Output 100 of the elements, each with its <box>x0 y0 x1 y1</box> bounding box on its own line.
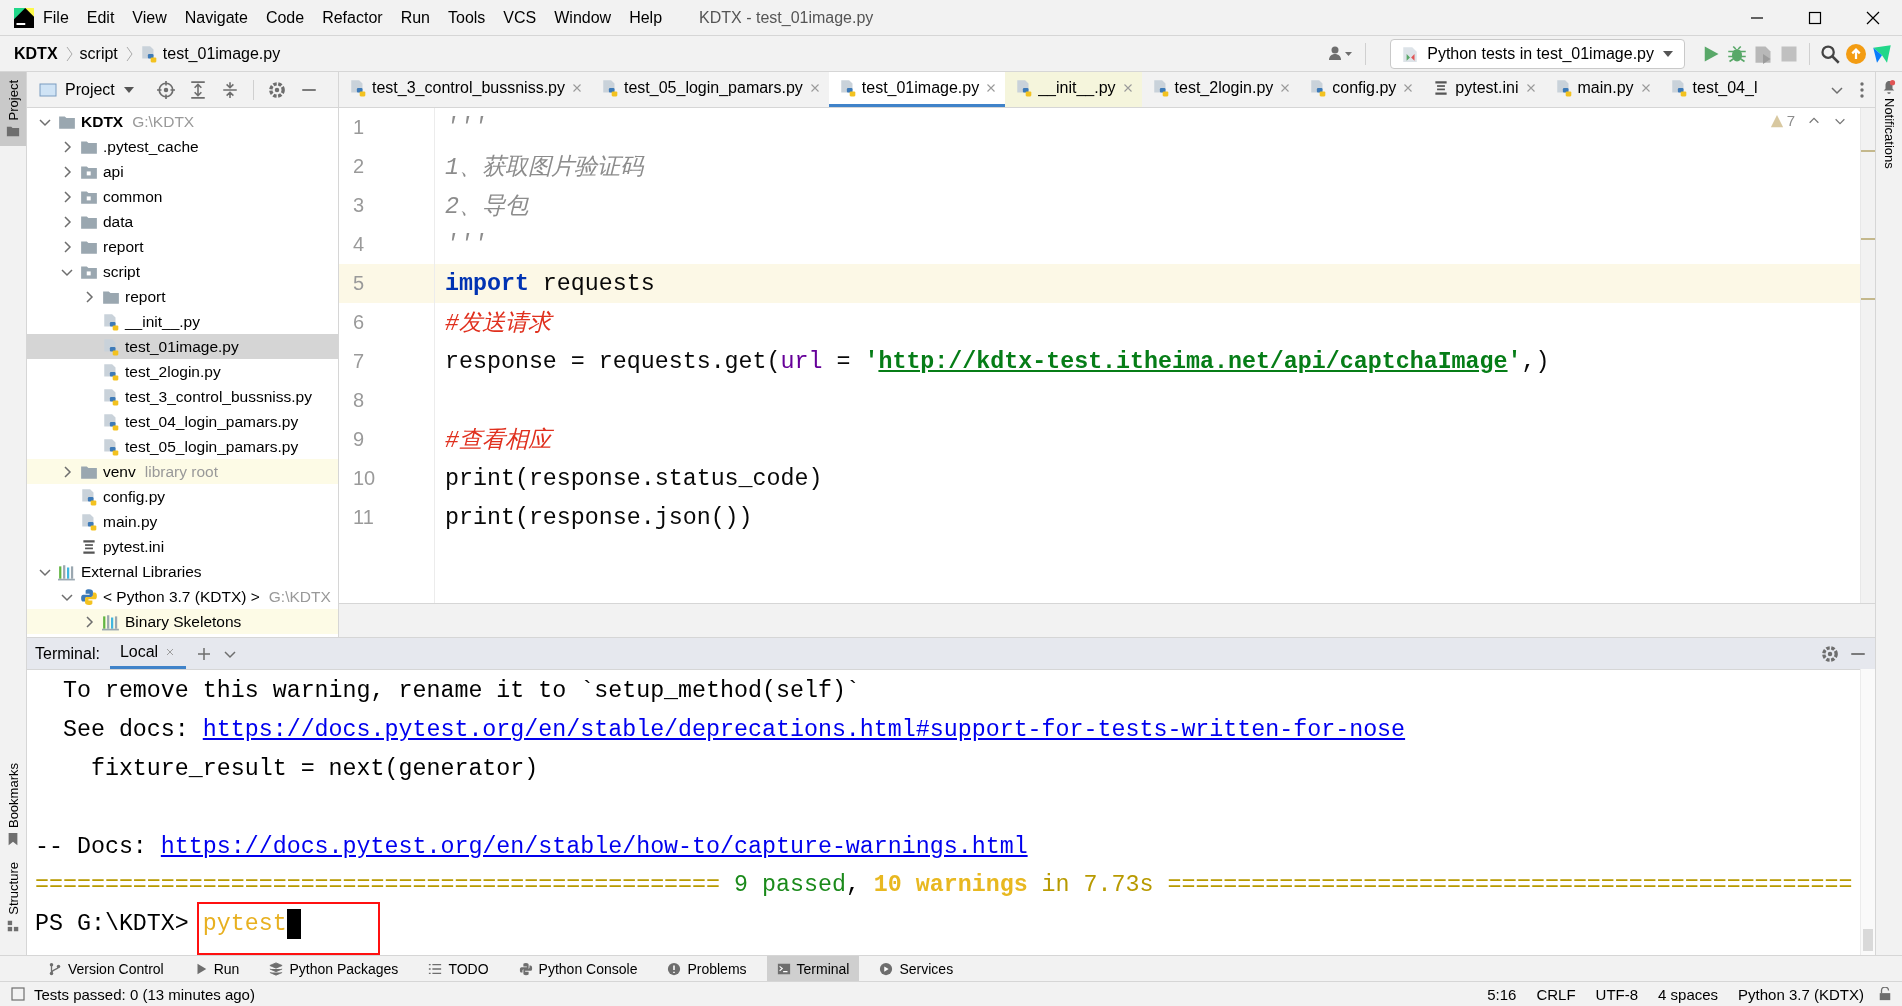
tree-item[interactable]: test_04_login_pamars.py <box>27 409 338 434</box>
python-file-icon <box>1151 79 1170 97</box>
scrollbar[interactable] <box>1860 669 1875 955</box>
tree-item[interactable]: test_01image.py <box>27 334 338 359</box>
tree-item[interactable]: test_3_control_bussniss.py <box>27 384 338 409</box>
menu-item[interactable]: Run <box>391 4 439 31</box>
tree-item[interactable]: __init__.py <box>27 309 338 334</box>
tool-window-button[interactable]: Services <box>869 956 964 981</box>
editor-tab[interactable]: test_05_login_pamars.py <box>591 72 829 107</box>
tree-item[interactable]: report <box>27 234 338 259</box>
breadcrumb[interactable]: KDTX <box>14 44 58 63</box>
run-configuration-dropdown[interactable]: Python tests in test_01image.py <box>1390 38 1685 69</box>
line-number: 6 <box>352 310 366 335</box>
editor-tab[interactable]: main.py <box>1544 72 1660 107</box>
tree-item[interactable]: pytest.ini <box>27 534 338 559</box>
settings-file-icon <box>80 537 98 556</box>
tree-item[interactable]: test_2login.py <box>27 359 338 384</box>
test-config-icon <box>1401 44 1420 63</box>
python-file-icon <box>102 362 120 381</box>
code-line: 2、导包 <box>445 193 528 221</box>
settings-icon[interactable] <box>267 80 286 99</box>
status-item[interactable]: UTF-8 <box>1589 985 1645 1003</box>
status-message: Tests passed: 0 (13 minutes ago) <box>34 985 255 1003</box>
plugin-logo-icon[interactable] <box>1872 43 1892 64</box>
menu-item[interactable]: Window <box>545 4 621 31</box>
collapse-all-icon[interactable] <box>220 80 239 99</box>
terminal-text: See docs: <box>61 717 190 744</box>
code-line: print(response.json()) <box>445 504 753 531</box>
tree-item[interactable]: script <box>27 259 338 284</box>
tree-item[interactable]: KDTX <box>81 112 124 131</box>
terminal-text: 9 passed <box>734 872 846 899</box>
link[interactable]: https://docs.pytest.org/en/stable/deprecations.html#support-for-tests-written-for-nose <box>202 717 1406 744</box>
editor-tab[interactable]: test_04_l <box>1659 72 1765 107</box>
tool-window-tab[interactable]: Structure <box>0 854 26 941</box>
project-view-dropdown[interactable]: Project <box>39 80 135 99</box>
terminal-text: fixture_result = next(generator) <box>89 756 539 782</box>
editor-tab[interactable]: test_01image.py <box>828 72 1006 107</box>
tree-item[interactable]: Binary Skeletons <box>27 609 338 634</box>
tool-window-button[interactable]: Problems <box>657 956 757 981</box>
status-item[interactable]: 4 spaces <box>1652 985 1725 1003</box>
tool-window-button[interactable]: TODO <box>418 956 499 981</box>
python-file-icon <box>80 487 98 506</box>
tree-item[interactable]: common <box>27 184 338 209</box>
editor-tab[interactable]: test_3_control_bussniss.py <box>339 72 591 107</box>
menu-item[interactable]: Help <box>620 4 672 31</box>
settings-icon[interactable] <box>1821 644 1839 663</box>
breadcrumb[interactable]: test_01image.py <box>162 44 281 63</box>
add-icon[interactable] <box>196 645 213 662</box>
menu-item[interactable]: Edit <box>77 4 124 31</box>
tree-item[interactable]: data <box>27 209 338 234</box>
tool-window-button[interactable]: Version Control <box>38 956 174 981</box>
editor-tab[interactable]: pytest.ini <box>1422 72 1545 107</box>
tree-item[interactable]: .pytest_cache <box>27 134 338 159</box>
tree-item[interactable]: report <box>27 284 338 309</box>
line-number: 11 <box>352 505 375 530</box>
menu-item[interactable]: Refactor <box>313 4 392 31</box>
status-item[interactable]: CRLF <box>1530 985 1582 1003</box>
tool-window-button[interactable]: Run <box>183 956 250 981</box>
status-item[interactable]: Python 3.7 (KDTX) <box>1732 985 1870 1003</box>
tree-item[interactable]: config.py <box>27 484 338 509</box>
expand-all-icon[interactable] <box>188 80 207 99</box>
menu-item[interactable]: Tools <box>439 4 495 31</box>
editor-tab[interactable]: test_2login.py <box>1141 72 1300 107</box>
lock-icon[interactable] <box>1878 987 1892 1001</box>
scrollbar[interactable] <box>1860 108 1875 603</box>
tool-window-tab[interactable]: Project <box>0 72 26 147</box>
window-icon <box>39 81 57 98</box>
tree-item[interactable]: External Libraries <box>27 559 338 584</box>
search-icon[interactable] <box>1820 43 1840 64</box>
tree-item[interactable]: < Python 3.7 (KDTX) > <box>103 587 260 606</box>
tree-item[interactable]: main.py <box>27 509 338 534</box>
menu-item[interactable]: Navigate <box>175 4 257 31</box>
python-icon <box>518 961 533 976</box>
editor-tab[interactable]: __init__.py <box>1005 72 1142 107</box>
menu-item[interactable]: File <box>34 4 78 31</box>
tool-window-button[interactable]: Python Console <box>508 956 648 981</box>
terminal-tab[interactable]: Local <box>109 638 187 669</box>
tool-window-button[interactable]: Terminal <box>766 956 860 981</box>
more-icon[interactable] <box>1859 80 1865 99</box>
tree-item[interactable]: test_05_login_pamars.py <box>27 434 338 459</box>
tool-window-button[interactable]: Python Packages <box>259 956 409 981</box>
status-item[interactable]: 5:16 <box>1481 985 1523 1003</box>
close-icon[interactable] <box>1865 9 1881 26</box>
layers-icon <box>269 961 284 976</box>
tool-window-tab[interactable]: Notifications <box>1876 72 1902 177</box>
panel-toggle-icon[interactable] <box>10 986 26 1002</box>
tool-window-tab[interactable]: Bookmarks <box>0 755 26 855</box>
menu-item[interactable]: Code <box>256 4 314 31</box>
terminal-text: -- Docs: <box>35 833 148 860</box>
debug-icon[interactable] <box>1727 43 1747 64</box>
tree-item[interactable]: venv <box>103 462 136 481</box>
locate-icon[interactable] <box>156 80 175 99</box>
link[interactable]: https://docs.pytest.org/en/stable/how-to/capture-warnings.html <box>160 833 1028 860</box>
breadcrumb[interactable]: script <box>79 44 118 63</box>
menu-item[interactable]: VCS <box>494 4 546 31</box>
editor-tab[interactable]: config.py <box>1299 72 1423 107</box>
menu-item[interactable]: View <box>123 4 176 31</box>
maximize-icon[interactable] <box>1807 9 1823 26</box>
tree-item[interactable]: api <box>27 159 338 184</box>
update-icon[interactable] <box>1846 43 1866 64</box>
